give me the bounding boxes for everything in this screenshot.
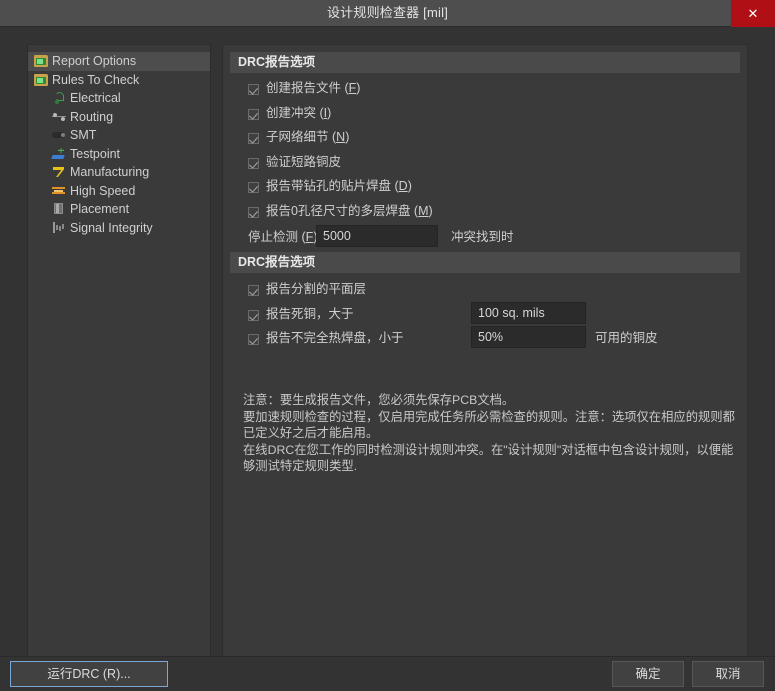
- checkbox-label: 报告0孔径尺寸的多层焊盘: [266, 203, 411, 218]
- sidebar-item-smt[interactable]: SMT: [28, 126, 210, 145]
- checkbox-mnemonic: (I): [316, 105, 332, 120]
- close-icon[interactable]: ✕: [731, 0, 775, 27]
- stop-detection-suffix: 冲突找到时: [451, 230, 514, 244]
- sidebar-item-routing[interactable]: Routing: [28, 108, 210, 127]
- sidebar-item-high-speed[interactable]: High Speed: [28, 182, 210, 201]
- value-input[interactable]: 100 sq. mils: [471, 301, 586, 324]
- options-content-panel: DRC报告选项 创建报告文件 (F) 创建冲突 (I) 子网络细节 (N) 验证短路铜…: [222, 44, 748, 660]
- value-input[interactable]: 50%: [471, 326, 586, 348]
- sidebar-item-testpoint[interactable]: Testpoint: [28, 145, 210, 164]
- drc-dialog-window: 设计规则检查器 [mil] ✕ Report Options Rules To C…: [0, 0, 775, 691]
- checkbox-label: 报告死铜，大于: [266, 306, 354, 321]
- section-header-drc-report-options-2: DRC报告选项: [230, 252, 740, 273]
- sidebar-item-rules-to-check[interactable]: Rules To Check: [28, 71, 210, 90]
- stop-detection-label-row: 停止检测 (F): [248, 230, 317, 245]
- checkbox-row[interactable]: 创建冲突 (I): [248, 106, 331, 121]
- ok-button[interactable]: 确定: [612, 661, 684, 687]
- window-title: 设计规则检查器 [mil]: [326, 5, 449, 20]
- sidebar-item-placement[interactable]: Placement: [28, 200, 210, 219]
- checkbox-mnemonic: (F): [341, 81, 361, 95]
- checkbox-row[interactable]: 报告分割的平面层: [248, 282, 366, 297]
- stop-detection-input[interactable]: 5000: [316, 225, 438, 247]
- checkbox-icon[interactable]: [248, 334, 259, 345]
- high-speed-icon: [52, 185, 66, 197]
- folder-rules-icon: [34, 73, 48, 86]
- note-line-1: 注意：要生成报告文件，您必须先保存PCB文档。: [243, 393, 515, 407]
- electrical-icon: [52, 92, 66, 104]
- sidebar-item-label: Electrical: [70, 91, 121, 105]
- value-suffix-label: 可用的铜皮: [595, 331, 658, 345]
- sidebar-item-manufacturing[interactable]: Manufacturing: [28, 163, 210, 182]
- checkbox-row[interactable]: 报告0孔径尺寸的多层焊盘 (M): [248, 204, 433, 219]
- testpoint-icon: [52, 148, 66, 160]
- checkbox-row[interactable]: 报告死铜，大于: [248, 307, 354, 322]
- routing-icon: [52, 111, 66, 123]
- sidebar-item-label: Signal Integrity: [70, 220, 153, 235]
- smt-icon: [52, 129, 66, 141]
- cancel-button[interactable]: 取消: [692, 661, 764, 687]
- sidebar-item-label: Routing: [70, 109, 114, 124]
- checkbox-icon[interactable]: [248, 285, 259, 296]
- manufacturing-icon: [52, 166, 66, 178]
- dialog-body: Report Options Rules To Check Electrical Ro…: [0, 27, 775, 660]
- checkbox-label: 报告分割的平面层: [266, 282, 367, 296]
- checkbox-row[interactable]: 验证短路铜皮: [248, 155, 341, 170]
- checkbox-row[interactable]: 子网络细节 (N): [248, 130, 349, 145]
- sidebar-item-report-options[interactable]: Report Options: [28, 52, 210, 71]
- note-block: 注意：要生成报告文件，您必须先保存PCB文档。 要加速规则检查的过程，仅启用完成…: [243, 392, 735, 475]
- checkbox-icon[interactable]: [248, 206, 259, 218]
- sidebar-item-signal-integrity[interactable]: Signal Integrity: [28, 219, 210, 238]
- sidebar-item-label: Placement: [70, 202, 130, 216]
- checkbox-label: 子网络细节: [266, 130, 329, 144]
- checkbox-mnemonic: (M): [410, 203, 433, 218]
- checkbox-label: 报告不完全热焊盘，小于: [266, 331, 404, 345]
- placement-icon: [52, 203, 66, 215]
- signal-integrity-icon: [52, 221, 66, 234]
- title-bar: 设计规则检查器 [mil] ✕: [0, 0, 775, 27]
- checkbox-icon[interactable]: [248, 84, 259, 95]
- checkbox-icon[interactable]: [248, 157, 259, 169]
- checkbox-icon[interactable]: [248, 309, 259, 321]
- checkbox-row[interactable]: 报告带钻孔的贴片焊盘 (D): [248, 179, 412, 194]
- note-line-2: 要加速规则检查的过程，仅启用完成任务所必需检查的规则。注意：选项仅在相应的规则都…: [243, 409, 735, 441]
- checkbox-label: 创建报告文件: [266, 81, 342, 95]
- sidebar-item-label: High Speed: [70, 183, 136, 198]
- note-line-3: 在线DRC在您工作的同时检测设计规则冲突。在"设计规则"对话框中包含设计规则，以…: [243, 442, 734, 474]
- sidebar-item-label: Rules To Check: [52, 72, 140, 87]
- checkbox-icon[interactable]: [248, 182, 259, 193]
- folder-report-icon: [34, 55, 48, 67]
- stop-detection-label: 停止检测: [248, 230, 299, 244]
- checkbox-icon[interactable]: [248, 133, 259, 144]
- checkbox-mnemonic: (N): [328, 130, 350, 144]
- sidebar-item-electrical[interactable]: Electrical: [28, 89, 210, 108]
- sidebar-item-label: SMT: [70, 128, 97, 142]
- dialog-footer: 运行DRC (R)... 确定 取消: [0, 656, 775, 691]
- run-drc-button[interactable]: 运行DRC (R)...: [10, 661, 168, 687]
- sidebar-item-label: Report Options: [52, 54, 137, 68]
- checkbox-row[interactable]: 创建报告文件 (F): [248, 81, 360, 96]
- checkbox-label: 报告带钻孔的贴片焊盘: [266, 179, 392, 193]
- checkbox-label: 创建冲突: [266, 105, 317, 120]
- checkbox-mnemonic: (D): [391, 179, 412, 193]
- checkbox-label: 验证短路铜皮: [266, 154, 342, 169]
- checkbox-icon[interactable]: [248, 108, 259, 120]
- section-header-drc-report-options-1: DRC报告选项: [230, 52, 740, 73]
- sidebar-item-label: Testpoint: [70, 146, 121, 161]
- rules-tree-panel[interactable]: Report Options Rules To Check Electrical Ro…: [27, 44, 211, 660]
- sidebar-item-label: Manufacturing: [70, 165, 150, 179]
- checkbox-row[interactable]: 报告不完全热焊盘，小于: [248, 331, 404, 346]
